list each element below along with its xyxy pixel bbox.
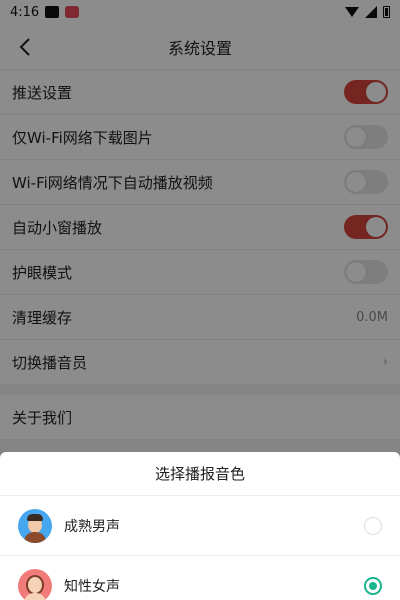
- voice-option-label: 成熟男声: [64, 518, 120, 535]
- voice-option-male[interactable]: 成熟男声: [0, 496, 400, 556]
- female-avatar-icon: [18, 568, 52, 600]
- male-avatar-icon: [18, 508, 52, 543]
- avatar-body: [24, 592, 46, 600]
- avatar-hair: [27, 513, 43, 521]
- voice-option-label: 知性女声: [64, 578, 120, 595]
- sheet-title: 选择播报音色: [0, 452, 400, 496]
- avatar-body: [24, 531, 46, 543]
- voice-radio-female[interactable]: [364, 576, 382, 595]
- voice-option-female[interactable]: 知性女声: [0, 556, 400, 600]
- voice-select-sheet: 选择播报音色 成熟男声 知性女声: [0, 452, 400, 600]
- avatar-face: [28, 576, 42, 593]
- voice-radio-male[interactable]: [364, 516, 382, 535]
